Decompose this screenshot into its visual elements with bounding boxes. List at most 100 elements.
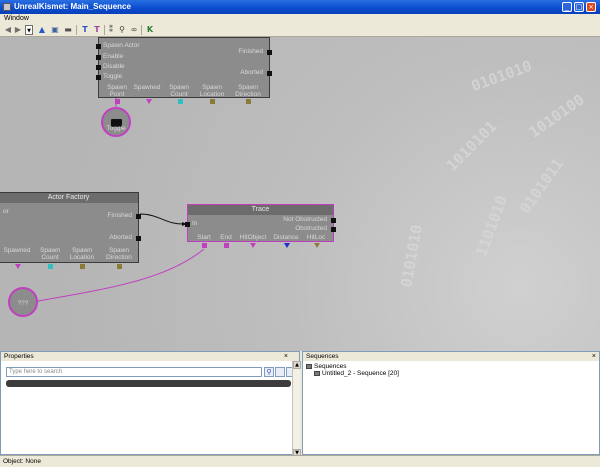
var-pin[interactable] <box>146 99 152 104</box>
properties-header: Properties × <box>1 352 299 361</box>
toolbar-separator <box>141 25 142 35</box>
var-label: Spawned <box>3 247 31 254</box>
var-label: Spawn Direction <box>106 247 132 261</box>
close-icon[interactable]: × <box>284 352 288 361</box>
forward-arrow-icon[interactable]: ▶ <box>14 25 22 35</box>
toolbar: ◀ ▶ ▼ ▲ ▣ ▬ T T ⁑ ⚲ ∞ K <box>0 24 600 37</box>
output-label: Not Obstructed <box>283 216 327 223</box>
output-label: Finished <box>238 48 263 55</box>
toggle-label: Toggle <box>106 125 126 132</box>
output-label: Aborted <box>109 234 132 241</box>
var-pin[interactable] <box>246 99 251 104</box>
status-text: Object: None <box>3 458 41 465</box>
window-title: UnrealKismet: Main_Sequence <box>14 2 131 11</box>
toolbar-separator <box>76 25 77 35</box>
output-pin[interactable] <box>267 50 272 55</box>
sequence-icon <box>314 371 320 376</box>
var-label: Spawn Count <box>169 84 189 98</box>
var-pin[interactable] <box>202 243 207 248</box>
properties-panel: Properties × Type here to search ⚲ ▲ ▼ <box>0 351 301 457</box>
var-label: Start <box>197 234 211 241</box>
toolbar-separator <box>104 25 105 35</box>
var-label: Spawn Location <box>199 84 225 98</box>
sequences-header: Sequences × <box>303 352 599 361</box>
menu-window[interactable]: Window <box>4 15 29 22</box>
sequences-panel: Sequences × Sequences Untitled_2 - Seque… <box>302 351 600 455</box>
output-pin[interactable] <box>331 218 336 223</box>
parent-sequence-icon[interactable]: ▣ <box>50 25 60 35</box>
var-pin[interactable] <box>178 99 183 104</box>
input-label: In <box>192 220 198 227</box>
var-pin[interactable] <box>117 264 122 269</box>
maximize-button[interactable]: □ <box>574 2 584 12</box>
var-label: Spawned <box>133 84 161 91</box>
input-pin[interactable] <box>96 55 101 60</box>
walk-icon[interactable]: ⁑ <box>107 25 115 35</box>
sequence-folder-icon <box>306 364 312 369</box>
var-label: HitLoc <box>306 234 326 241</box>
unknown-variable[interactable]: ??? <box>8 287 38 317</box>
input-label: Toggle <box>103 73 123 80</box>
vertical-scrollbar[interactable]: ▲ ▼ <box>292 361 301 457</box>
tree-purple-icon[interactable]: T <box>92 25 102 35</box>
input-pin[interactable] <box>96 75 101 80</box>
k-search-icon[interactable]: K <box>145 25 155 35</box>
var-label: Spawn Location <box>69 247 95 261</box>
close-icon[interactable]: × <box>592 352 596 361</box>
var-pin[interactable] <box>314 243 320 248</box>
back-arrow-icon[interactable]: ◀ <box>4 25 12 35</box>
var-pin[interactable] <box>115 99 120 104</box>
tree-root[interactable]: Sequences <box>314 363 347 370</box>
search-input[interactable]: Type here to search <box>6 367 262 377</box>
history-dropdown[interactable]: ▼ <box>25 25 33 35</box>
zoom-icon[interactable]: ⚲ <box>117 25 127 35</box>
output-pin[interactable] <box>136 214 141 219</box>
status-bar: Object: None <box>0 455 600 467</box>
var-pin[interactable] <box>224 243 229 248</box>
input-label: or <box>3 208 9 215</box>
var-pin[interactable] <box>210 99 215 104</box>
input-pin[interactable] <box>96 65 101 70</box>
input-pin[interactable] <box>96 44 101 49</box>
var-pin[interactable] <box>250 243 256 248</box>
var-pin[interactable] <box>48 264 53 269</box>
tree-item-untitled-2[interactable]: Untitled_2 - Sequence [20] <box>322 370 399 377</box>
toggle-variable[interactable]: Toggle <box>101 107 131 137</box>
var-label: HitObject <box>239 234 267 241</box>
node-title: Actor Factory <box>0 193 138 203</box>
category-bar <box>6 380 291 387</box>
minimize-button[interactable]: _ <box>562 2 572 12</box>
kismet-canvas[interactable]: 0101010 1010101 0101010 1101010 0101011 … <box>0 37 600 351</box>
screenshot-icon[interactable]: ▬ <box>63 25 73 35</box>
var-label: Spawn Direction <box>235 84 261 98</box>
node-title: Trace <box>188 205 333 215</box>
app-icon <box>3 3 11 11</box>
input-label: Spawn Actor <box>103 42 140 49</box>
tree-blue-icon[interactable]: T <box>80 25 90 35</box>
close-button[interactable]: × <box>586 2 596 12</box>
up-arrow-icon[interactable]: ▲ <box>37 25 47 35</box>
var-pin[interactable] <box>80 264 85 269</box>
var-pin[interactable] <box>284 243 290 248</box>
output-label: Obstructed <box>295 225 327 232</box>
trace-node[interactable]: Trace In Not Obstructed Obstructed Start… <box>185 204 336 248</box>
output-label: Finished <box>107 212 132 219</box>
properties-title: Properties <box>4 353 34 360</box>
search-icon[interactable]: ⚲ <box>264 367 274 377</box>
scroll-up-arrow[interactable]: ▲ <box>293 361 301 369</box>
var-pin[interactable] <box>15 264 21 269</box>
output-pin[interactable] <box>267 71 272 76</box>
output-pin[interactable] <box>136 236 141 241</box>
var-label: End <box>220 234 232 241</box>
actor-factory-node[interactable]: Actor Factory or Finished Aborted Spawne… <box>0 192 141 269</box>
output-pin[interactable] <box>331 227 336 232</box>
input-pin[interactable] <box>185 222 190 227</box>
spawn-node[interactable]: Spawn Actor Enable Disable Toggle Finish… <box>96 37 272 104</box>
output-label: Aborted <box>240 69 263 76</box>
var-label: Spawn Point <box>107 84 127 98</box>
sequences-title: Sequences <box>306 353 339 360</box>
input-label: Disable <box>103 63 125 70</box>
unknown-label: ??? <box>17 300 29 307</box>
clear-search-icon[interactable] <box>275 367 285 377</box>
link-icon[interactable]: ∞ <box>129 25 139 35</box>
